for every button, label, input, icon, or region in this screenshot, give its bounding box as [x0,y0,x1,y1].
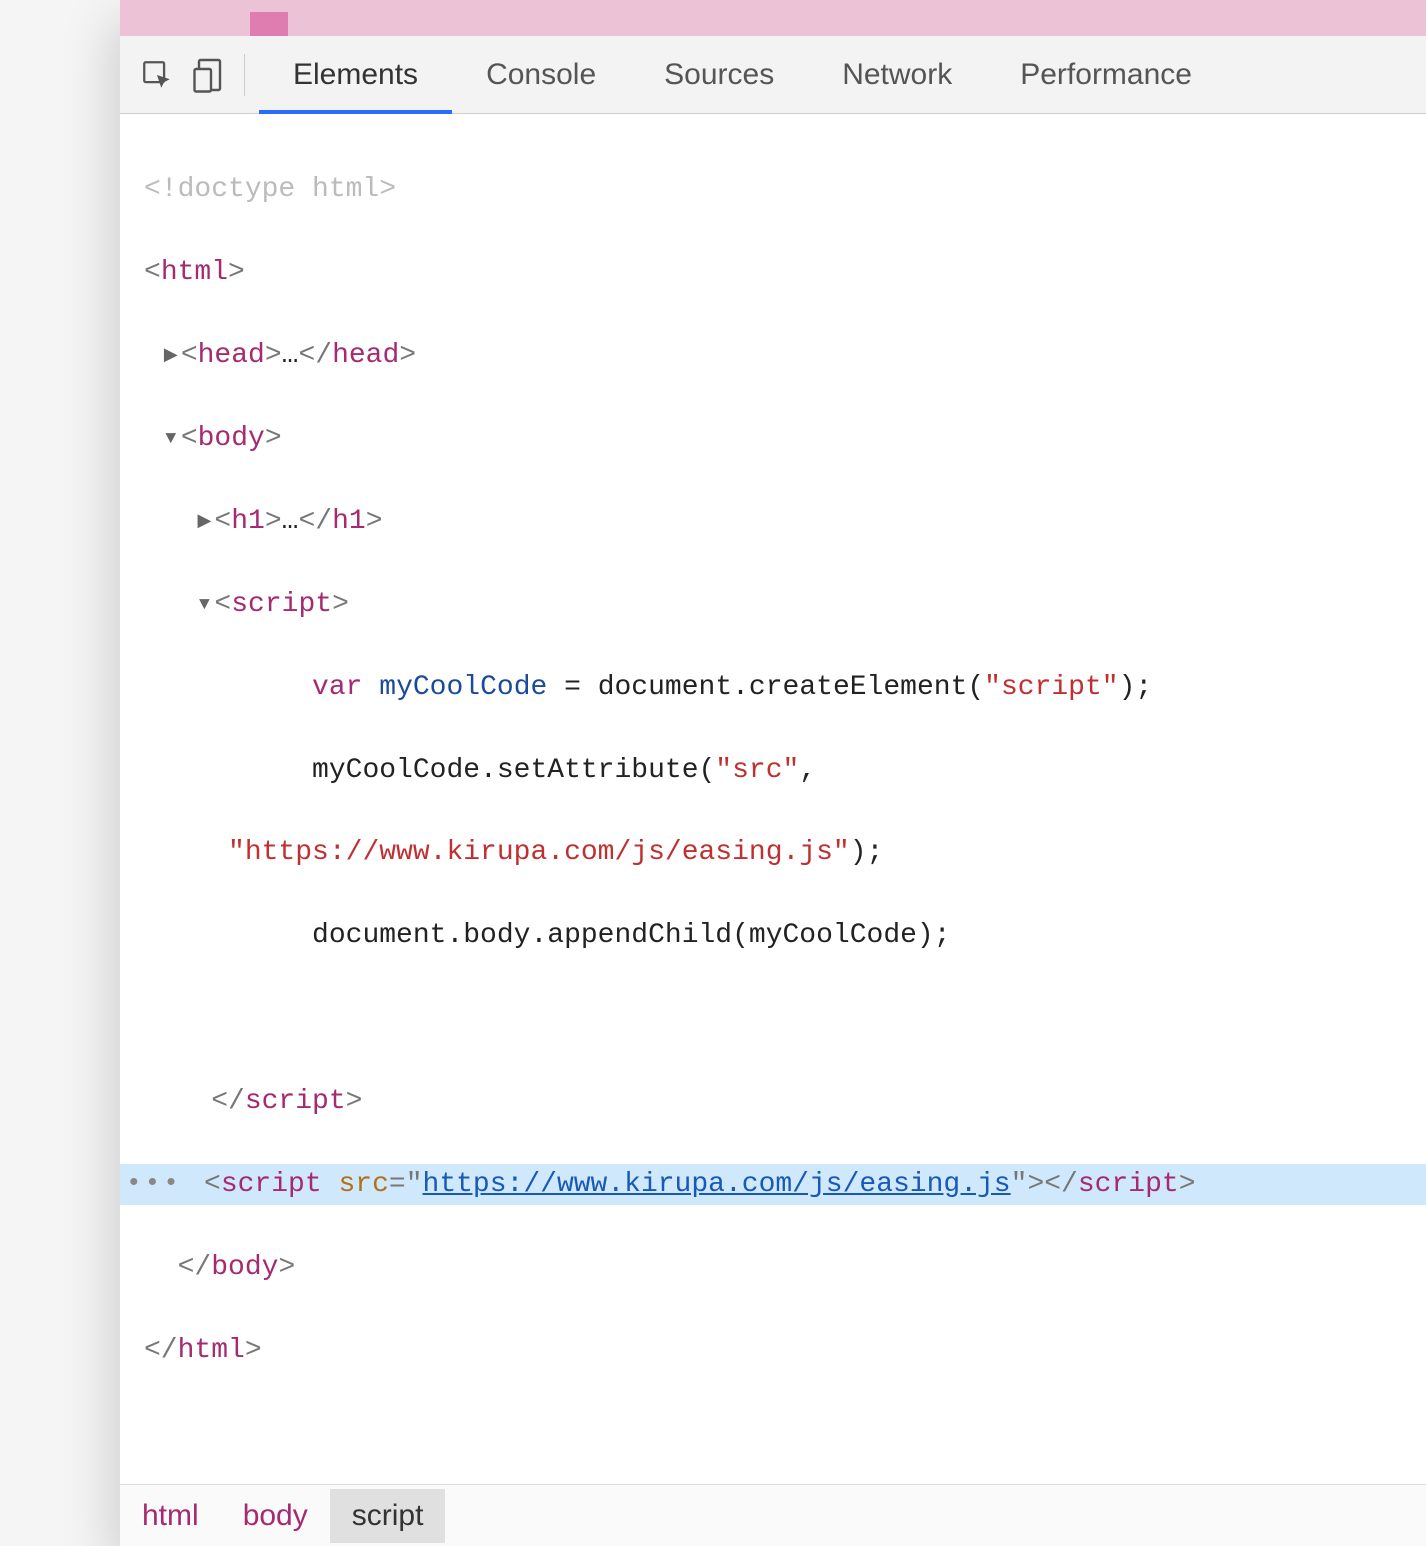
dom-script-selected[interactable]: ••• <script src="https://www.kirupa.com/… [120,1164,1426,1205]
window-titlebar [120,0,1426,36]
tab-sources[interactable]: Sources [630,36,808,113]
tab-performance[interactable]: Performance [986,36,1226,113]
dom-head[interactable]: ▶<head>…</head> [120,335,1426,376]
dom-h1[interactable]: ▶<h1>…</h1> [120,501,1426,542]
elements-breadcrumbs: html body script [120,1484,1426,1546]
dom-code-line2b[interactable]: "https://www.kirupa.com/js/easing.js"); [120,832,1426,873]
elements-dom-tree[interactable]: <!doctype html> <html> ▶<head>…</head> ▼… [120,114,1426,1484]
dom-doctype[interactable]: <!doctype html> [120,169,1426,210]
dom-body-close[interactable]: </body> [120,1247,1426,1288]
tab-elements[interactable]: Elements [259,36,452,113]
expand-triangle-down-icon[interactable]: ▼ [194,592,214,619]
dom-html-close[interactable]: </html> [120,1330,1426,1371]
expand-triangle-down-icon[interactable]: ▼ [161,426,181,453]
tab-console[interactable]: Console [452,36,630,113]
dom-code-line2a[interactable]: myCoolCode.setAttribute("src", [120,750,1426,791]
dom-body-open[interactable]: ▼<body> [120,418,1426,459]
devtools-window: Elements Console Sources Network Perform… [120,0,1426,1546]
devtools-tabs: Elements Console Sources Network Perform… [259,36,1226,113]
expand-triangle-right-icon[interactable]: ▶ [194,509,214,536]
breadcrumb-body[interactable]: body [221,1489,330,1543]
dom-script-close[interactable]: </script> [120,1081,1426,1122]
tab-network[interactable]: Network [808,36,986,113]
breadcrumb-script[interactable]: script [330,1489,446,1543]
selected-marker-icon: ••• [126,1164,182,1202]
dom-code-blank [120,998,1426,1039]
inspect-element-icon[interactable] [130,48,184,102]
browser-tab[interactable] [250,12,288,36]
dom-code-line1[interactable]: var myCoolCode = document.createElement(… [120,667,1426,708]
breadcrumb-html[interactable]: html [120,1489,221,1543]
expand-triangle-right-icon[interactable]: ▶ [161,343,181,370]
devtools-toolbar: Elements Console Sources Network Perform… [120,36,1426,114]
dom-script-open[interactable]: ▼<script> [120,584,1426,625]
dom-code-line3[interactable]: document.body.appendChild(myCoolCode); [120,915,1426,956]
device-toolbar-icon[interactable] [184,48,238,102]
toolbar-divider [244,54,245,96]
dom-html-open[interactable]: <html> [120,252,1426,293]
